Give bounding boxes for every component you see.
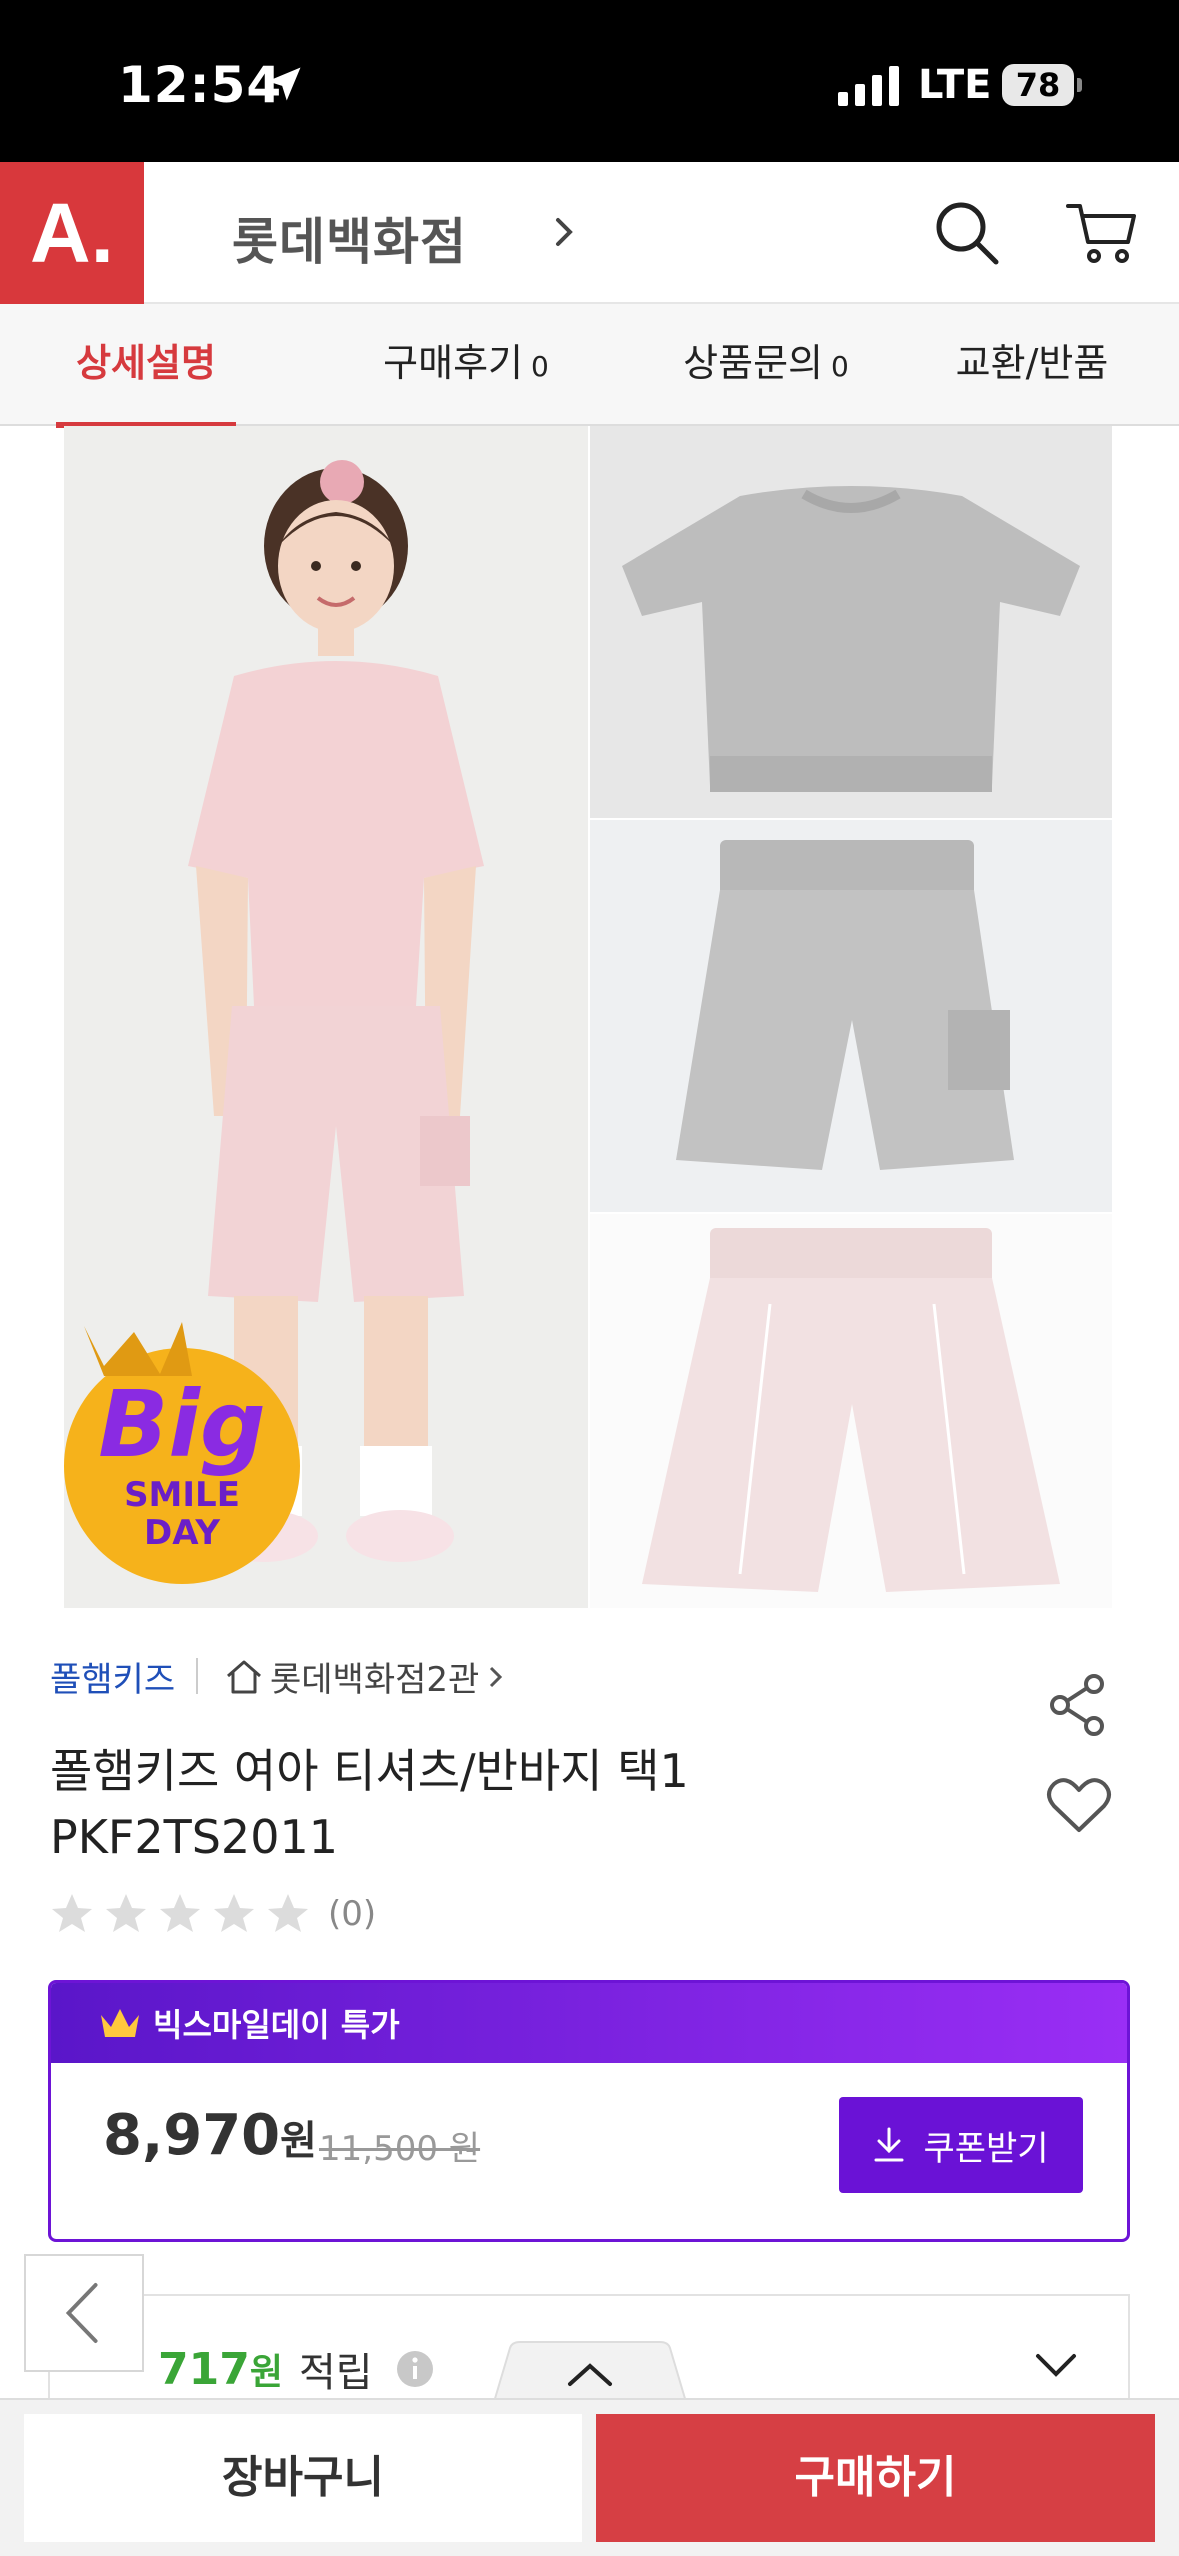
chevron-down-icon[interactable]: [1034, 2352, 1078, 2378]
branch-link[interactable]: 롯데백화점2관: [224, 1652, 505, 1701]
product-image-gallery[interactable]: Big SMILE DAY: [64, 426, 1112, 1608]
heart-icon[interactable]: [1046, 1776, 1112, 1836]
drawer-handle[interactable]: [494, 2340, 686, 2404]
gray-shorts-photo: [590, 820, 1112, 1212]
badge-smile: SMILE: [124, 1475, 240, 1515]
bottom-action-bar: 장바구니 구매하기: [0, 2398, 1179, 2556]
tab-inquiries[interactable]: 상품문의 0: [646, 304, 886, 426]
tab-reviews[interactable]: 구매후기 0: [346, 304, 586, 426]
original-price: 11,500 원: [319, 2129, 481, 2169]
product-tabs: 상세설명 구매후기 0 상품문의 0 교환/반품: [0, 304, 1179, 428]
product-title: 폴햄키즈 여아 티셔츠/반바지 택1 PKF2TS2011: [50, 1744, 689, 1864]
promo-header: 빅스마일데이 특가: [51, 1983, 1127, 2063]
home-icon: [227, 1660, 261, 1693]
promo-title: 빅스마일데이 특가: [153, 2006, 400, 2044]
star-rating: [48, 1890, 318, 1938]
points-info: 717 원 적립: [158, 2340, 435, 2398]
store-name[interactable]: 롯데백화점: [232, 202, 467, 274]
divider: [196, 1658, 198, 1694]
gray-tshirt-photo: [590, 426, 1112, 818]
star-icon: [214, 1894, 254, 1932]
share-icon[interactable]: [1046, 1672, 1112, 1738]
network-type: LTE: [918, 62, 992, 108]
star-icon: [52, 1894, 92, 1932]
battery-icon: 78: [1002, 64, 1082, 106]
signal-icon: [838, 66, 899, 106]
chevron-right-icon[interactable]: [548, 212, 580, 252]
search-icon[interactable]: [932, 198, 1002, 268]
coupon-button[interactable]: 쿠폰받기: [839, 2097, 1083, 2193]
brand-link[interactable]: 폴햄키즈: [50, 1652, 175, 1701]
model-photo: Big SMILE DAY: [64, 426, 588, 1608]
pink-shorts-photo: [590, 1214, 1112, 1608]
star-icon: [106, 1894, 146, 1932]
rating[interactable]: (0): [48, 1890, 376, 1938]
star-icon: [160, 1894, 200, 1932]
star-icon: [268, 1894, 308, 1932]
buy-now-button[interactable]: 구매하기: [596, 2414, 1155, 2542]
crown-icon: [101, 2009, 139, 2037]
cart-icon[interactable]: [1064, 198, 1140, 268]
promo-box: 빅스마일데이 특가 8,970원 11,500 원 쿠폰받기: [48, 1980, 1130, 2242]
app-logo[interactable]: A.: [0, 162, 144, 304]
status-bar: 12:54 LTE 78: [0, 0, 1179, 162]
add-to-cart-button[interactable]: 장바구니: [24, 2414, 582, 2542]
badge-big: Big: [98, 1371, 266, 1478]
info-icon[interactable]: [395, 2349, 435, 2389]
app-header: A. 롯데백화점: [0, 162, 1179, 304]
branch-name: 롯데백화점2관: [270, 1660, 480, 1700]
tab-exchange-return[interactable]: 교환/반품: [942, 304, 1122, 426]
review-count: (0): [328, 1894, 377, 1934]
status-time: 12:54: [118, 56, 283, 114]
badge-day: DAY: [144, 1513, 220, 1553]
sale-price: 8,970원: [103, 2103, 317, 2168]
back-button[interactable]: [24, 2254, 144, 2372]
chevron-right-icon: [490, 1666, 503, 1687]
location-arrow-icon: [267, 67, 301, 101]
chevron-left-icon: [65, 2283, 98, 2343]
tab-details[interactable]: 상세설명: [56, 304, 236, 428]
download-icon: [874, 2127, 904, 2162]
